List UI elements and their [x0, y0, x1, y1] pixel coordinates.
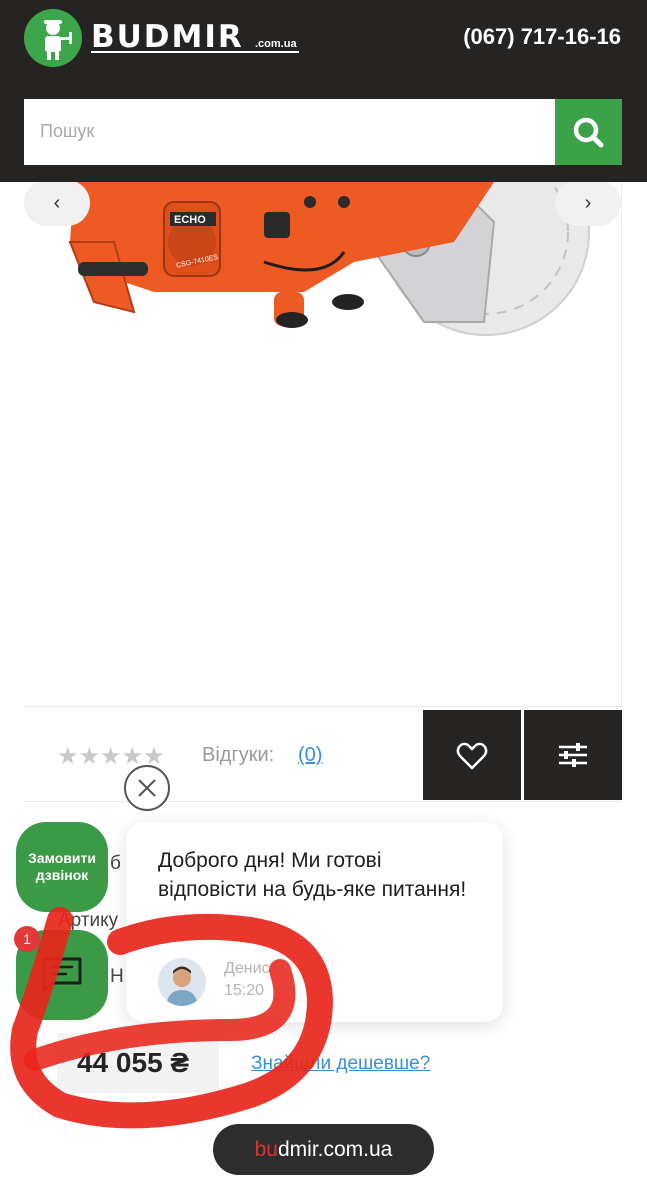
sliders-icon — [559, 743, 587, 767]
agent-avatar — [158, 958, 206, 1006]
page: BUDMIR .com.ua (067) 717-16-16 Пошук ECH… — [0, 0, 647, 1199]
heart-icon — [456, 742, 488, 770]
search-button[interactable] — [555, 99, 622, 165]
logo-domain: .com.ua — [255, 38, 297, 50]
search-icon — [573, 117, 604, 148]
reviews-label: Відгуки: — [202, 744, 275, 766]
url-accent: bu — [254, 1138, 278, 1161]
agent-name: Денис — [224, 960, 270, 977]
logo-underline — [91, 51, 299, 53]
product-image: ECHO CSG-7410ES — [68, 128, 590, 336]
close-icon — [138, 779, 156, 797]
chat-unread-badge: 1 — [14, 926, 40, 952]
logo-builder-icon[interactable] — [24, 9, 82, 67]
search-placeholder: Пошук — [40, 121, 95, 141]
site-header: BUDMIR .com.ua (067) 717-16-16 Пошук — [0, 0, 647, 182]
info-manufacturer: б — [110, 853, 121, 874]
compare-button[interactable] — [524, 710, 622, 800]
chat-popup[interactable]: Доброго дня! Ми готові відповісти на буд… — [126, 822, 503, 1022]
product-price: 44 055 ₴ — [77, 1047, 190, 1078]
logo-text[interactable]: BUDMIR — [91, 19, 244, 55]
product-brand-label: ECHO — [174, 214, 206, 226]
info-availability: Н — [110, 966, 124, 987]
product-gallery[interactable]: ECHO CSG-7410ES — [24, 128, 622, 706]
agent-time: 15:20 — [224, 982, 265, 999]
gallery-next-button[interactable]: › — [555, 180, 621, 226]
url-rest: dmir.com.ua — [277, 1138, 393, 1161]
gallery-prev-button[interactable]: ‹ — [24, 180, 90, 226]
order-callback-button[interactable]: Замовити дзвінок — [16, 822, 108, 912]
header-phone[interactable]: (067) 717-16-16 — [463, 24, 621, 50]
chat-message: Доброго дня! Ми готові відповісти на буд… — [158, 849, 467, 901]
reviews-count-link[interactable]: (0) — [298, 744, 322, 767]
chat-close-button[interactable] — [124, 765, 170, 811]
info-article: Артику — [58, 910, 119, 931]
chat-icon — [42, 957, 82, 993]
browser-url-pill[interactable]: budmir.com.ua — [213, 1124, 434, 1175]
found-cheaper-link[interactable]: Знайшли дешевше? — [251, 1053, 430, 1075]
favorite-button[interactable] — [423, 710, 521, 800]
search-input[interactable]: Пошук — [24, 99, 555, 165]
